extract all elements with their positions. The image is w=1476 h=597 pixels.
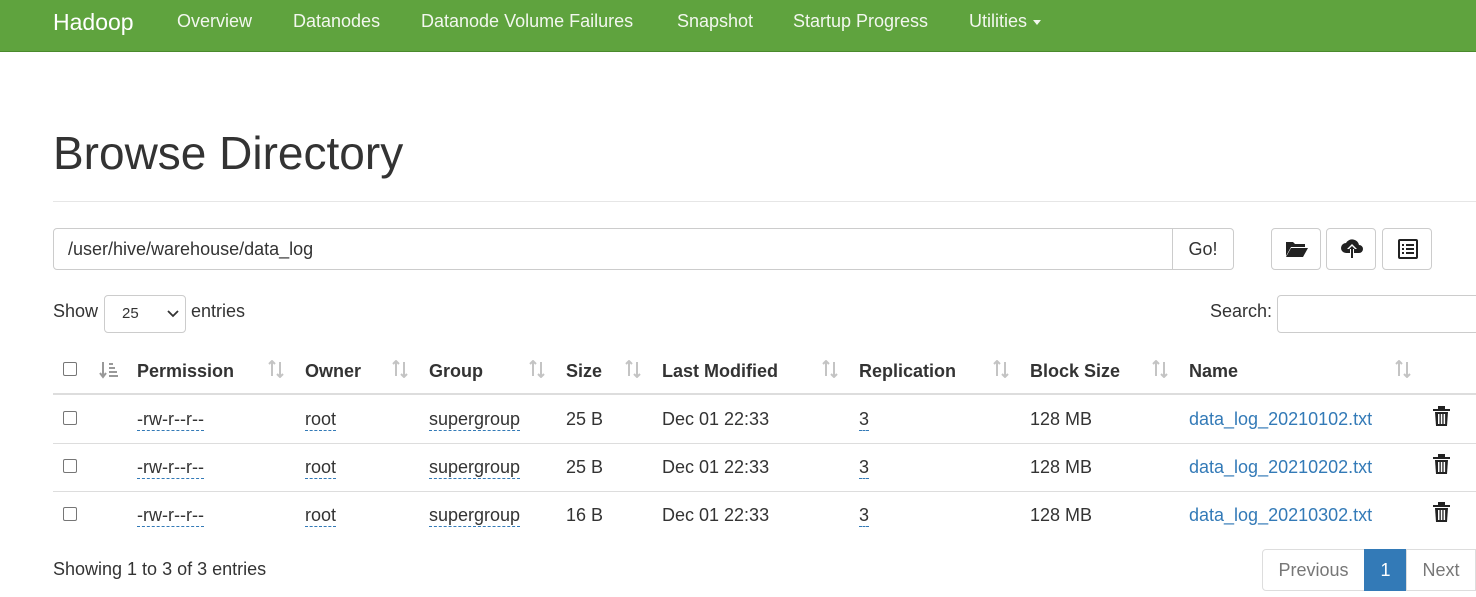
sort-both-icon[interactable] bbox=[992, 360, 1010, 378]
row-checkbox[interactable] bbox=[63, 411, 77, 425]
column-header-last-modified[interactable]: Last Modified bbox=[662, 360, 778, 382]
permission-cell[interactable]: -rw-r--r-- bbox=[137, 408, 204, 431]
group-cell[interactable]: supergroup bbox=[429, 456, 521, 479]
replication-cell[interactable]: 3 bbox=[859, 504, 870, 527]
divider bbox=[53, 201, 1476, 202]
column-header-size[interactable]: Size bbox=[566, 360, 602, 382]
row-checkbox[interactable] bbox=[63, 507, 77, 521]
nav-snapshot[interactable]: Snapshot bbox=[677, 9, 753, 33]
size-cell: 16 B bbox=[566, 505, 604, 525]
permission-cell[interactable]: -rw-r--r-- bbox=[137, 504, 204, 527]
column-header-name[interactable]: Name bbox=[1189, 360, 1238, 382]
entries-label: entries bbox=[191, 301, 246, 321]
upload-files-button[interactable] bbox=[1326, 228, 1376, 270]
permission-cell[interactable]: -rw-r--r-- bbox=[137, 456, 204, 479]
search-label: Search: bbox=[1210, 301, 1273, 321]
nav-utilities-dropdown[interactable]: Utilities bbox=[969, 9, 1042, 33]
pagination-previous[interactable]: Previous bbox=[1262, 549, 1365, 591]
entries-value: 25 bbox=[122, 305, 139, 322]
go-button[interactable]: Go! bbox=[1172, 228, 1234, 270]
size-cell: 25 B bbox=[566, 409, 604, 429]
owner-cell[interactable]: root bbox=[305, 504, 337, 527]
sort-ascending-icon[interactable] bbox=[99, 361, 119, 379]
directory-path-input[interactable] bbox=[53, 228, 1173, 270]
trash-icon[interactable] bbox=[1433, 454, 1450, 474]
row-divider bbox=[53, 443, 1476, 444]
nav-startup-progress[interactable]: Startup Progress bbox=[793, 9, 928, 33]
sort-both-icon[interactable] bbox=[528, 360, 546, 378]
trash-icon[interactable] bbox=[1433, 502, 1450, 522]
page-title: Browse Directory bbox=[53, 127, 404, 179]
modified-cell: Dec 01 22:33 bbox=[662, 409, 770, 429]
caret-down-icon bbox=[1033, 19, 1042, 25]
sort-both-icon[interactable] bbox=[821, 360, 839, 378]
column-header-replication[interactable]: Replication bbox=[859, 360, 956, 382]
block-size-cell: 128 MB bbox=[1030, 457, 1093, 477]
folder-open-icon bbox=[1286, 242, 1308, 257]
show-label: Show bbox=[53, 301, 99, 321]
sort-both-icon[interactable] bbox=[1394, 360, 1412, 378]
list-alt-icon bbox=[1398, 239, 1418, 259]
select-all-checkbox[interactable] bbox=[63, 362, 77, 376]
table-info: Showing 1 to 3 of 3 entries bbox=[53, 559, 267, 579]
search-input[interactable] bbox=[1277, 295, 1476, 333]
chevron-down-icon bbox=[167, 310, 179, 318]
nav-utilities-label: Utilities bbox=[969, 11, 1028, 31]
column-header-permission[interactable]: Permission bbox=[137, 360, 234, 382]
column-header-group[interactable]: Group bbox=[429, 360, 483, 382]
cloud-upload-icon bbox=[1341, 239, 1363, 258]
group-cell[interactable]: supergroup bbox=[429, 408, 521, 431]
size-cell: 25 B bbox=[566, 457, 604, 477]
cut-paste-list-button[interactable] bbox=[1382, 228, 1432, 270]
sort-both-icon[interactable] bbox=[267, 360, 285, 378]
sort-both-icon[interactable] bbox=[624, 360, 642, 378]
replication-cell[interactable]: 3 bbox=[859, 408, 870, 431]
brand-logo[interactable]: Hadoop bbox=[53, 8, 134, 36]
nav-datanode-volume-failures[interactable]: Datanode Volume Failures bbox=[421, 9, 633, 33]
nav-overview[interactable]: Overview bbox=[177, 9, 252, 33]
block-size-cell: 128 MB bbox=[1030, 409, 1093, 429]
trash-icon[interactable] bbox=[1433, 406, 1450, 426]
sort-both-icon[interactable] bbox=[1151, 360, 1169, 378]
file-name-link[interactable]: data_log_20210302.txt bbox=[1189, 504, 1372, 526]
top-navbar: Hadoop Overview Datanodes Datanode Volum… bbox=[0, 0, 1476, 52]
pagination-next[interactable]: Next bbox=[1406, 549, 1476, 591]
column-header-owner[interactable]: Owner bbox=[305, 360, 361, 382]
table-header-divider bbox=[53, 393, 1476, 395]
column-header-block-size[interactable]: Block Size bbox=[1030, 360, 1120, 382]
entries-per-page-select[interactable]: 25 bbox=[104, 295, 186, 333]
sort-both-icon[interactable] bbox=[391, 360, 409, 378]
nav-datanodes[interactable]: Datanodes bbox=[293, 9, 380, 33]
group-cell[interactable]: supergroup bbox=[429, 504, 521, 527]
block-size-cell: 128 MB bbox=[1030, 505, 1093, 525]
file-name-link[interactable]: data_log_20210102.txt bbox=[1189, 408, 1372, 430]
owner-cell[interactable]: root bbox=[305, 456, 337, 479]
file-name-link[interactable]: data_log_20210202.txt bbox=[1189, 456, 1372, 478]
modified-cell: Dec 01 22:33 bbox=[662, 457, 770, 477]
owner-cell[interactable]: root bbox=[305, 408, 337, 431]
replication-cell[interactable]: 3 bbox=[859, 456, 870, 479]
row-divider bbox=[53, 491, 1476, 492]
row-checkbox[interactable] bbox=[63, 459, 77, 473]
create-directory-button[interactable] bbox=[1271, 228, 1321, 270]
pagination-page-1[interactable]: 1 bbox=[1364, 549, 1407, 591]
modified-cell: Dec 01 22:33 bbox=[662, 505, 770, 525]
